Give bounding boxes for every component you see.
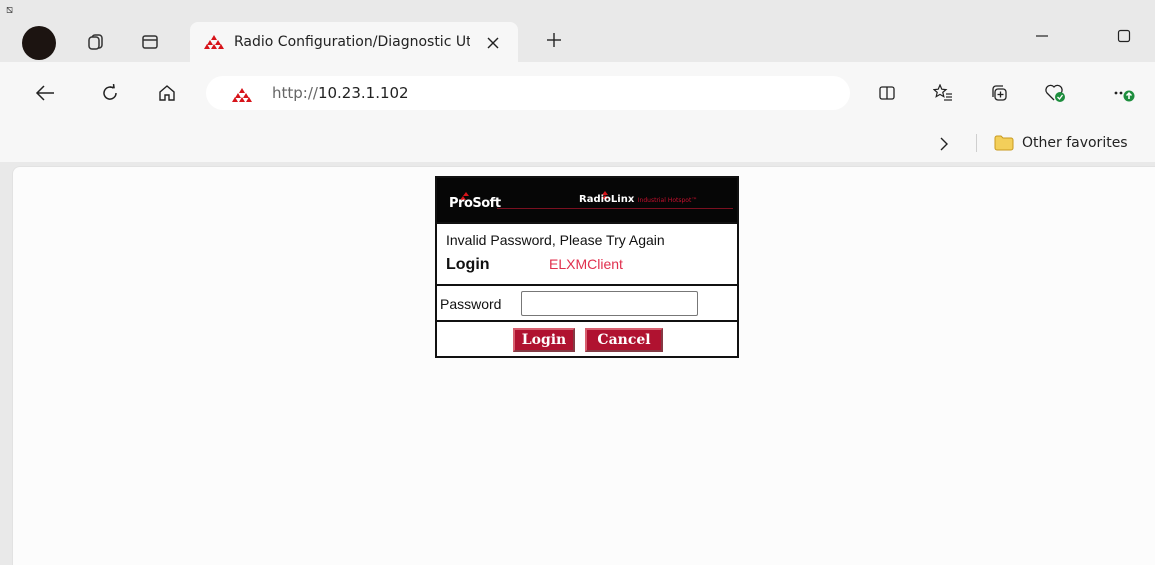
new-tab-button[interactable]: [540, 26, 568, 54]
refresh-icon: [103, 84, 117, 100]
cancel-button[interactable]: Cancel: [585, 328, 663, 352]
password-label: Password: [440, 296, 502, 312]
tab-title: Radio Configuration/Diagnostic Utility: [234, 34, 470, 50]
tab-strip: ⧅ Radio Configuration/Diagnostic Utility: [0, 0, 1155, 62]
more-dots-icon: [1114, 90, 1135, 102]
chevron-right-icon[interactable]: [934, 134, 954, 154]
browser-essentials-button[interactable]: [1040, 78, 1070, 108]
workspaces-icon[interactable]: [82, 28, 110, 56]
profile-avatar[interactable]: [22, 26, 56, 60]
tab-radio-configuration[interactable]: Radio Configuration/Diagnostic Utility: [190, 22, 518, 62]
settings-more-button[interactable]: [1110, 78, 1140, 108]
url-protocol: http://: [272, 84, 318, 102]
favorites-button[interactable]: [928, 78, 958, 108]
collections-icon: [992, 85, 1007, 101]
url-host: 10.23.1.102: [317, 84, 409, 102]
minimize-icon: [1036, 35, 1048, 37]
prosoft-logo: ProSoft: [449, 196, 501, 211]
heart-pulse-icon: [1045, 84, 1065, 102]
folder-icon: [994, 135, 1014, 151]
error-message: Invalid Password, Please Try Again: [446, 232, 665, 248]
star-list-icon: [933, 84, 952, 101]
favorites-bar: Other favorites: [0, 124, 1155, 162]
window-corner-glyph: ⧅: [6, 3, 13, 16]
site-info-icon[interactable]: [232, 88, 252, 107]
page-viewport: ProSoft RadioLinx Industrial Hotspot™ In…: [12, 166, 1155, 565]
button-row: Login Cancel: [437, 322, 737, 356]
radiolinx-name: RadioLinx: [579, 194, 635, 205]
minimize-button[interactable]: [1022, 22, 1062, 50]
home-button[interactable]: [152, 78, 182, 108]
other-favorites-label: Other favorites: [1022, 135, 1128, 151]
split-screen-icon: [879, 86, 895, 100]
client-name: ELXMClient: [549, 256, 623, 272]
favorites-divider: [976, 134, 977, 152]
maximize-button[interactable]: [1104, 22, 1144, 50]
address-bar[interactable]: http://10.23.1.102: [206, 76, 850, 110]
other-favorites-folder[interactable]: Other favorites: [994, 130, 1128, 156]
radiolinx-tagline: Industrial Hotspot™: [637, 197, 698, 204]
radiolinx-logo: RadioLinx Industrial Hotspot™: [579, 194, 697, 205]
home-icon: [159, 85, 175, 101]
tab-actions-icon[interactable]: [136, 28, 164, 56]
banner-divider: [497, 208, 733, 209]
password-input[interactable]: [521, 291, 698, 316]
refresh-button[interactable]: [95, 78, 125, 108]
login-button[interactable]: Login: [513, 328, 575, 352]
brand-banner: ProSoft RadioLinx Industrial Hotspot™: [437, 178, 737, 224]
password-row: Password: [437, 286, 737, 322]
prosoft-favicon-icon: [204, 35, 224, 54]
arrow-left-icon: [35, 85, 54, 101]
url-text[interactable]: http://10.23.1.102: [272, 84, 409, 102]
maximize-icon: [1117, 29, 1131, 43]
split-screen-button[interactable]: [872, 78, 902, 108]
browser-toolbar: http://10.23.1.102: [0, 62, 1155, 124]
collections-button[interactable]: [984, 78, 1014, 108]
login-heading: Login: [446, 256, 490, 273]
login-panel: ProSoft RadioLinx Industrial Hotspot™ In…: [435, 176, 739, 358]
back-button[interactable]: [30, 78, 60, 108]
login-header: Invalid Password, Please Try Again Login…: [437, 224, 737, 286]
plus-icon: [547, 33, 561, 47]
close-icon[interactable]: [482, 32, 504, 54]
